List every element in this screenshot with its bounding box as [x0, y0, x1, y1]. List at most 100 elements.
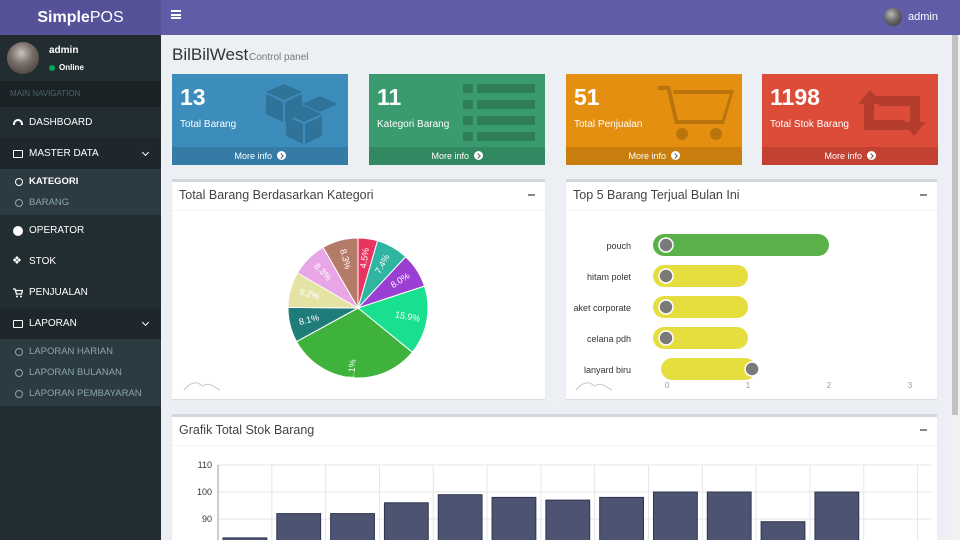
bar[interactable]	[653, 234, 829, 256]
sidebar-item-label: LAPORAN HARIAN	[29, 346, 113, 357]
sidebar-item-laporan-harian[interactable]: LAPORAN HARIAN	[0, 341, 161, 362]
chart-watermark-icon	[183, 382, 221, 391]
product-thumbnail	[744, 361, 760, 377]
sidebar-item-master-data[interactable]: MASTER DATA	[0, 138, 161, 169]
stok-bar[interactable]	[760, 521, 806, 540]
arrow-circle-right-icon	[670, 151, 680, 160]
y-tick-label: 90	[202, 514, 212, 524]
stok-bar[interactable]	[652, 491, 698, 540]
navbar-username: admin	[908, 11, 938, 23]
x-tick-label: 3	[908, 381, 913, 390]
cart-icon	[13, 287, 24, 298]
stok-bar[interactable]	[276, 513, 322, 540]
sidebar-item-label: STOK	[29, 256, 57, 267]
user-status: Online	[49, 63, 84, 72]
sidebar-item-label: MASTER DATA	[29, 148, 99, 159]
sidebar-item-dashboard[interactable]: DASHBOARD	[0, 107, 161, 138]
sidebar-item-laporan[interactable]: LAPORAN	[0, 308, 161, 339]
more-info-label: More info	[234, 151, 272, 161]
logo-text: POS	[89, 8, 124, 26]
stat-box-total-barang: 13 Total Barang More info	[172, 74, 348, 165]
submenu-laporan: LAPORAN HARIAN LAPORAN BULANAN LAPORAN P…	[0, 339, 161, 406]
sidebar-item-laporan-pembayaran[interactable]: LAPORAN PEMBAYARAN	[0, 383, 161, 404]
stok-bar[interactable]	[545, 499, 591, 540]
stok-bar[interactable]	[383, 502, 429, 540]
stok-bar[interactable]	[330, 513, 375, 540]
bar[interactable]	[661, 358, 757, 380]
stok-bar[interactable]	[437, 494, 483, 540]
top5-chart-panel: Top 5 Barang Terjual Bulan Ini pouch hita…	[566, 179, 937, 399]
page-scrollbar[interactable]	[950, 35, 960, 540]
stok-bar[interactable]	[706, 491, 752, 540]
user-circle-icon	[13, 225, 23, 236]
more-info-link[interactable]: More info	[566, 147, 742, 165]
stat-label: Total Barang	[180, 119, 237, 130]
stok-bar-chart: 110 100 90	[197, 460, 931, 540]
user-status-label: Online	[59, 63, 84, 72]
page-title: BilBilWest	[172, 45, 249, 64]
sidebar-item-kategori[interactable]: KATEGORI	[0, 171, 161, 192]
circle-icon	[15, 177, 23, 186]
stok-bar[interactable]	[814, 491, 860, 540]
circle-icon	[15, 368, 23, 377]
stat-value: 11	[377, 84, 402, 110]
chart-watermark-icon	[575, 382, 613, 391]
more-info-link[interactable]: More info	[172, 147, 348, 165]
sidebar-item-laporan-bulanan[interactable]: LAPORAN BULANAN	[0, 362, 161, 383]
logo-bold-text: Simple	[37, 8, 90, 26]
online-dot-icon	[49, 64, 55, 71]
arrow-circle-right-icon	[276, 151, 286, 160]
cart-icon	[658, 86, 734, 140]
stok-bar[interactable]	[491, 496, 537, 540]
more-info-link[interactable]: More info	[369, 147, 545, 165]
sidebar-item-penjualan[interactable]: PENJUALAN	[0, 277, 161, 308]
menu-toggle-icon[interactable]	[171, 10, 181, 19]
circle-icon	[15, 198, 23, 207]
sidebar-item-label: DASHBOARD	[29, 117, 93, 128]
cubes-icon	[12, 254, 23, 267]
page-subtitle: Control panel	[249, 52, 309, 63]
sidebar-item-label: LAPORAN PEMBAYARAN	[29, 388, 142, 399]
sidebar-item-stok[interactable]: STOK	[0, 246, 161, 277]
x-tick-label: 1	[746, 381, 751, 390]
nav-header: MAIN NAVIGATION	[0, 81, 161, 107]
user-menu[interactable]: admin	[884, 8, 938, 26]
more-info-label: More info	[431, 151, 469, 161]
list-icon	[463, 84, 535, 141]
sidebar-item-label: BARANG	[29, 197, 70, 208]
app-logo[interactable]: Simple POS	[0, 0, 161, 35]
chevron-down-icon	[141, 318, 150, 327]
stat-box-kategori-barang: 11 Kategori Barang More info	[369, 74, 545, 165]
more-info-label: More info	[628, 151, 666, 161]
bar-category-label: hitam polet	[587, 272, 632, 282]
y-tick-label: 100	[197, 487, 212, 497]
bar-category-label: aket corporate	[573, 303, 631, 313]
sidebar-item-barang[interactable]: BARANG	[0, 192, 161, 213]
retweet-icon	[858, 90, 926, 136]
more-info-link[interactable]: More info	[762, 147, 938, 165]
sidebar-item-label: LAPORAN BULANAN	[29, 367, 122, 378]
sidebar-item-operator[interactable]: OPERATOR	[0, 215, 161, 246]
sidebar-item-label: PENJUALAN	[29, 287, 88, 298]
stat-box-total-penjualan: 51 Total Penjualan More info	[566, 74, 742, 165]
folder-icon	[13, 319, 23, 328]
product-thumbnail	[658, 268, 674, 284]
sidebar: admin Online MAIN NAVIGATION DASHBOARD M…	[0, 35, 161, 540]
pie-chart-panel: Total Barang Berdasarkan Kategori 4.5% 7.…	[172, 179, 545, 399]
y-tick-label: 110	[198, 460, 212, 470]
pie-slice-label: 31.1%	[345, 359, 357, 385]
stat-label: Kategori Barang	[377, 119, 450, 130]
user-avatar	[7, 42, 39, 74]
stat-value: 51	[574, 84, 600, 110]
scrollbar-thumb[interactable]	[952, 35, 958, 415]
pie-chart: 4.5% 7.4%8.0%15.9%31.1%8.1%8.2%8.3%8.3%	[183, 237, 429, 391]
top5-bar-chart: pouch hitam polet aket corporate celana pdh…	[573, 234, 913, 391]
product-thumbnail	[658, 299, 674, 315]
user-panel: admin Online	[0, 35, 161, 81]
submenu-master-data: KATEGORI BARANG	[0, 169, 161, 215]
stok-bar[interactable]	[599, 496, 644, 540]
stat-value: 13	[180, 84, 206, 110]
stat-label: Total Penjualan	[574, 119, 643, 130]
stok-chart-panel: Grafik Total Stok Barang 110 100 90	[172, 414, 937, 540]
product-thumbnail	[658, 330, 674, 346]
